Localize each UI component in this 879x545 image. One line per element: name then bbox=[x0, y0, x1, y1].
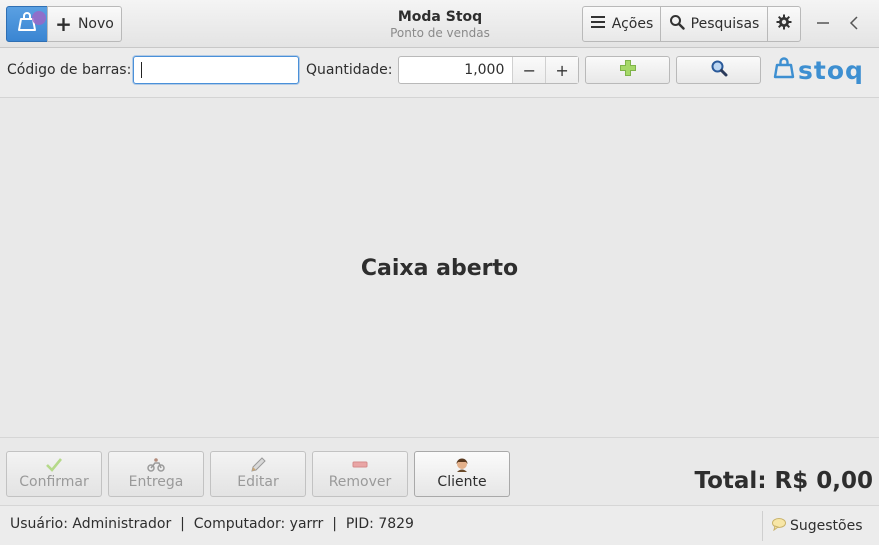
confirm-button[interactable]: Confirmar bbox=[6, 451, 102, 497]
speech-bubble-icon bbox=[771, 517, 787, 535]
actions-label: Ações bbox=[611, 16, 654, 32]
quantity-increase-button[interactable]: + bbox=[545, 57, 578, 83]
barcode-input[interactable] bbox=[133, 56, 299, 84]
remove-label: Remover bbox=[328, 474, 392, 490]
divider bbox=[0, 437, 879, 438]
plus-icon: + bbox=[55, 12, 72, 36]
actions-menu-button[interactable]: Ações bbox=[582, 6, 661, 42]
delivery-label: Entrega bbox=[128, 474, 184, 490]
notification-badge bbox=[32, 11, 46, 25]
searches-label: Pesquisas bbox=[690, 16, 760, 32]
chevron-left-icon bbox=[848, 14, 862, 35]
remove-icon bbox=[351, 457, 369, 473]
session-info: Usuário: Administrador | Computador: yar… bbox=[10, 516, 414, 532]
new-button-label: Novo bbox=[77, 16, 114, 32]
quantity-decrease-button[interactable]: − bbox=[512, 57, 546, 83]
searches-menu-button[interactable]: Pesquisas bbox=[660, 6, 768, 42]
window-subtitle: Ponto de vendas bbox=[390, 26, 490, 40]
search-icon bbox=[669, 14, 685, 34]
minimize-button[interactable] bbox=[810, 10, 836, 38]
stoq-logo-text: stoq bbox=[798, 55, 864, 85]
stoq-bag-logo-icon bbox=[772, 56, 796, 84]
window-title: Moda Stoq bbox=[397, 9, 483, 25]
suggestions-label: Sugestões bbox=[790, 518, 863, 534]
back-button[interactable] bbox=[842, 10, 868, 38]
quantity-value[interactable]: 1,000 bbox=[399, 57, 512, 83]
main-content-area: Caixa aberto bbox=[0, 99, 879, 437]
input-toolbar: Código de barras: Quantidade: 1,000 − + bbox=[0, 48, 879, 98]
gear-icon bbox=[776, 14, 792, 34]
hamburger-icon bbox=[590, 15, 606, 33]
edit-button[interactable]: Editar bbox=[210, 451, 306, 497]
client-label: Cliente bbox=[437, 474, 487, 490]
checkmark-icon bbox=[45, 457, 63, 473]
remove-button[interactable]: Remover bbox=[312, 451, 408, 497]
text-caret bbox=[141, 62, 142, 78]
add-item-button[interactable] bbox=[585, 56, 670, 84]
quantity-stepper[interactable]: 1,000 − + bbox=[398, 56, 579, 84]
pencil-icon bbox=[249, 457, 267, 473]
motorcycle-icon bbox=[147, 457, 165, 473]
magnifier-icon bbox=[710, 59, 728, 81]
settings-button[interactable] bbox=[767, 6, 801, 42]
add-green-plus-icon bbox=[619, 59, 637, 81]
stoq-logo: stoq bbox=[772, 56, 864, 84]
product-search-button[interactable] bbox=[676, 56, 761, 84]
client-button[interactable]: Cliente bbox=[414, 451, 510, 497]
suggestions-button[interactable]: Sugestões bbox=[762, 511, 879, 541]
header-bar: + Novo Moda Stoq Ponto de vendas Ações P… bbox=[0, 0, 879, 48]
confirm-label: Confirmar bbox=[19, 474, 89, 490]
window-title-block: Moda Stoq Ponto de vendas bbox=[340, 9, 540, 40]
status-bar: Usuário: Administrador | Computador: yar… bbox=[0, 505, 879, 545]
register-status-message: Caixa aberto bbox=[360, 255, 519, 281]
minimize-icon bbox=[816, 14, 830, 35]
app-menu-button[interactable] bbox=[6, 6, 48, 42]
edit-label: Editar bbox=[237, 474, 279, 490]
quantity-label: Quantidade: bbox=[306, 62, 393, 78]
barcode-label: Código de barras: bbox=[7, 62, 132, 78]
new-button[interactable]: + Novo bbox=[47, 6, 122, 42]
sale-total: Total: R$ 0,00 bbox=[694, 468, 873, 494]
delivery-button[interactable]: Entrega bbox=[108, 451, 204, 497]
client-icon bbox=[453, 457, 471, 473]
